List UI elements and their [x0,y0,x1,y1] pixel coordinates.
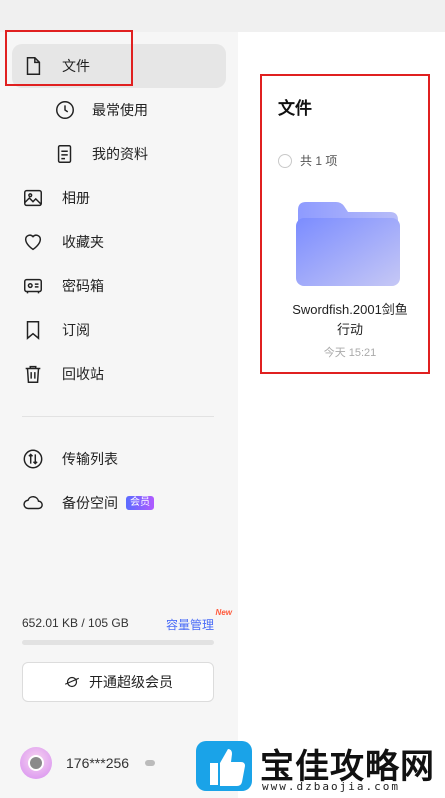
storage-progress-bar [22,640,214,645]
sidebar-item-transfers[interactable]: 传输列表 [12,437,226,481]
user-profile[interactable]: 176***256 [20,747,156,779]
user-name: 176***256 [66,755,130,771]
transfer-icon [22,448,44,470]
member-level-icon [145,760,156,766]
thumbs-up-logo-icon [196,741,252,791]
upgrade-vip-button[interactable]: 开通超级会员 [22,662,214,702]
window-top-bar [0,0,445,32]
safe-icon [22,275,44,297]
document-icon [54,143,76,165]
storage-usage-text: 652.01 KB / 105 GB [22,616,129,630]
sidebar-item-safe[interactable]: 密码箱 [12,264,226,308]
trash-icon [22,363,44,385]
sidebar-item-label: 回收站 [62,366,104,382]
storage-info: 652.01 KB / 105 GB 容量管理 New [22,608,232,645]
photo-icon [22,187,44,209]
planet-icon [64,676,80,688]
sidebar-item-favorites[interactable]: 收藏夹 [12,220,226,264]
sidebar-item-label: 备份空间 [62,495,118,511]
storage-manage-link[interactable]: 容量管理 [166,616,214,633]
sidebar-item-label: 传输列表 [62,451,118,467]
sidebar-item-label: 密码箱 [62,278,104,294]
heart-icon [22,231,44,253]
watermark: 宝佳攻略网 www.dzbaojia.com [190,735,445,798]
sidebar-divider [22,416,214,417]
sidebar-item-label: 收藏夹 [62,234,104,250]
watermark-url: www.dzbaojia.com [262,780,400,793]
sidebar-item-backup[interactable]: 备份空间 会员 [12,481,226,525]
sidebar-item-label: 我的资料 [92,146,148,162]
sidebar-item-label: 订阅 [62,322,90,338]
sidebar-item-label: 最常使用 [92,102,148,118]
sidebar-item-trash[interactable]: 回收站 [12,352,226,396]
sidebar-item-album[interactable]: 相册 [12,176,226,220]
sidebar-item-recent[interactable]: 最常使用 [12,88,226,132]
highlight-box-file-panel [260,74,430,374]
new-tag: New [215,608,232,617]
sidebar: 文件 最常使用 我的资料 相册 收藏夹 密码箱 订阅 回收站 传输列表 备份空间… [0,32,238,798]
highlight-box-files-nav [5,30,133,86]
clock-icon [54,99,76,121]
sidebar-item-my-docs[interactable]: 我的资料 [12,132,226,176]
vip-badge: 会员 [126,496,154,510]
cloud-icon [22,492,44,514]
bookmark-icon [22,319,44,341]
sidebar-item-label: 相册 [62,190,90,206]
sidebar-item-subscriptions[interactable]: 订阅 [12,308,226,352]
avatar[interactable] [20,747,52,779]
upgrade-vip-label: 开通超级会员 [89,674,173,690]
